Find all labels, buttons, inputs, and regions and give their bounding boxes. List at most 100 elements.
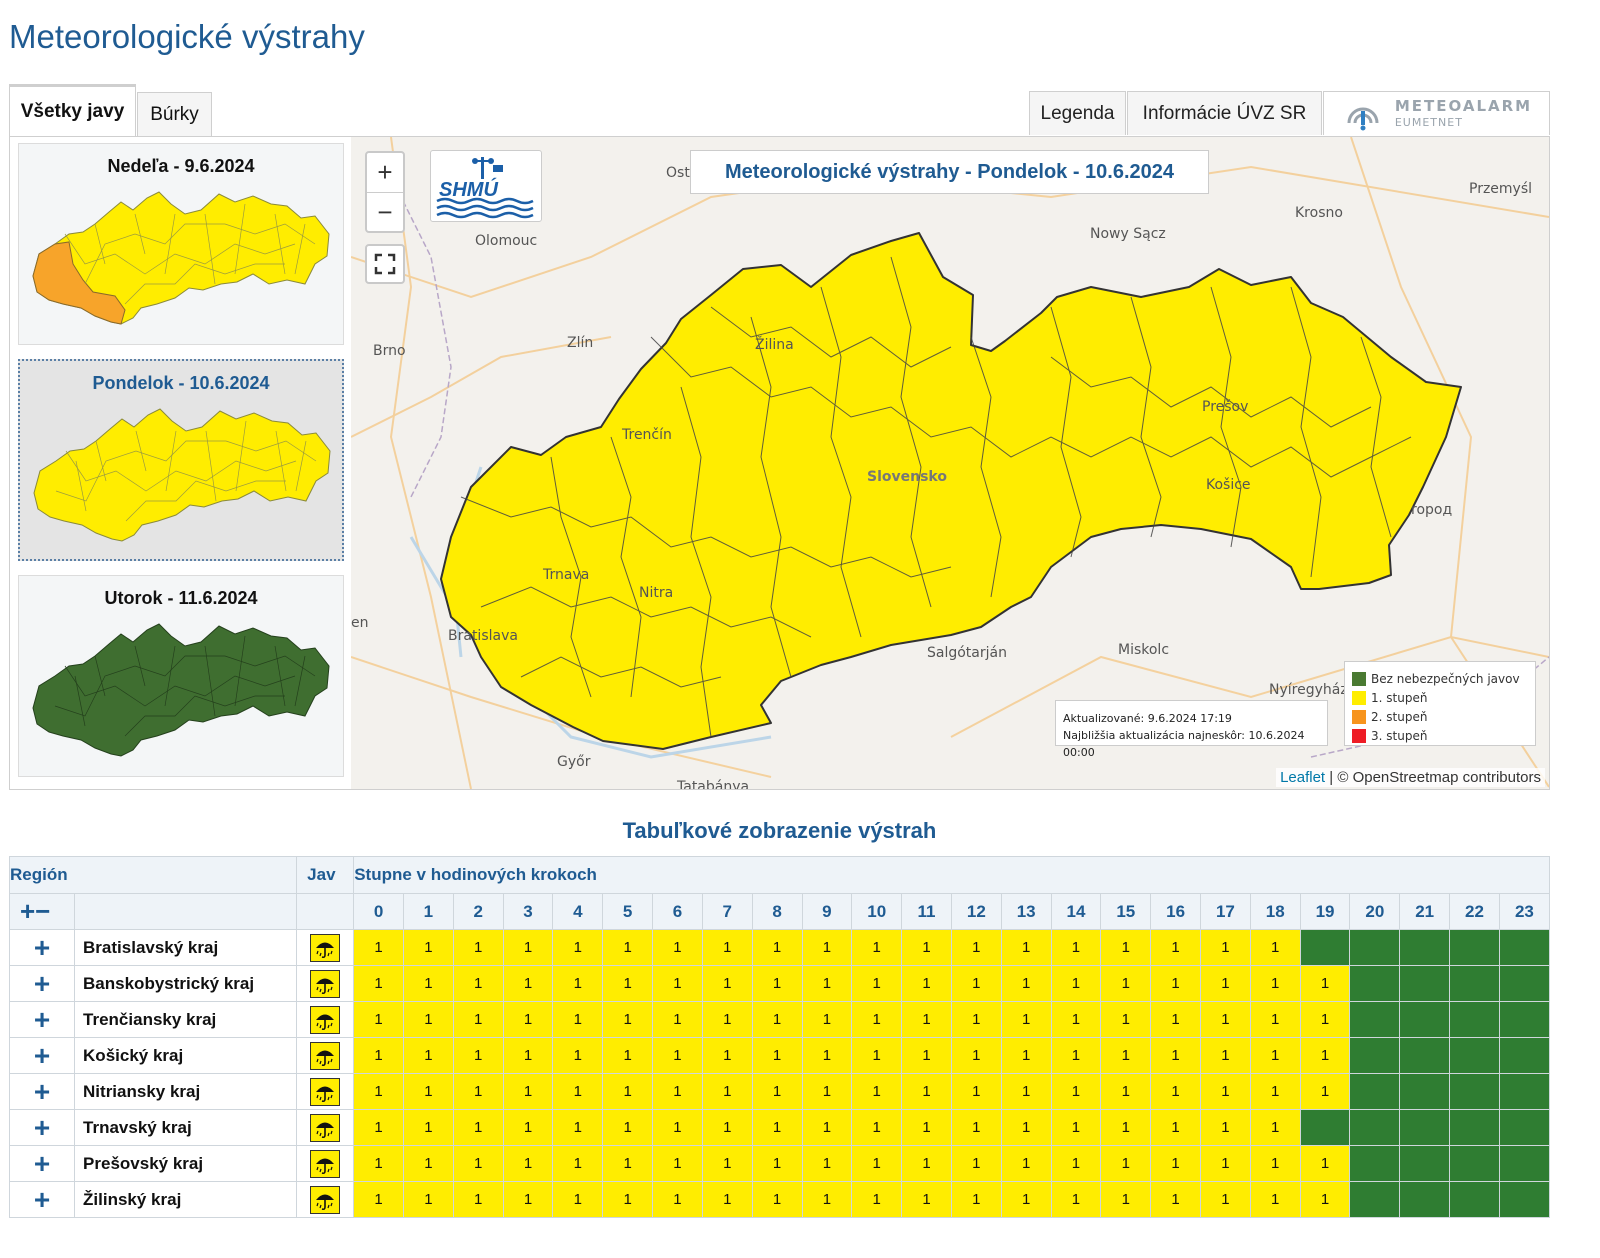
hour-header: 1 (403, 893, 454, 930)
hour-cell (1349, 1109, 1401, 1146)
hour-cell: 1 (403, 1181, 454, 1218)
hour-cell: 1 (1299, 1181, 1351, 1218)
legend-item: 3. stupeň (1352, 726, 1535, 745)
umbrella-rain-icon[interactable] (310, 1005, 341, 1034)
table-title: Tabuľkové zobrazenie výstrah (622, 818, 937, 843)
hour-cell: 1 (1200, 1181, 1251, 1218)
hour-cell: 1 (602, 1109, 654, 1146)
hour-cell: 1 (502, 1109, 554, 1146)
hour-header: 13 (1000, 893, 1052, 930)
city-label: Slovensko (867, 469, 947, 485)
hour-cell: 1 (751, 1073, 803, 1110)
hour-cell: 1 (901, 1145, 952, 1182)
hour-cell: 1 (1100, 1181, 1152, 1218)
umbrella-rain-icon[interactable] (310, 1185, 341, 1214)
day-card-label: Nedeľa - 9.6.2024 (107, 156, 255, 176)
hour-cell: 1 (1000, 965, 1052, 1002)
hour-cell: 1 (950, 1073, 1002, 1110)
tab-legend[interactable]: Legenda (1029, 91, 1126, 135)
day-map-thumbnail (32, 623, 330, 757)
phenomenon-cell (296, 1073, 355, 1110)
hour-cell: 1 (452, 1001, 504, 1038)
hour-cell: 1 (1200, 1037, 1251, 1074)
hour-cell: 1 (552, 965, 604, 1002)
header-spacer (74, 893, 298, 930)
hour-header: 22 (1449, 893, 1500, 930)
zoom-in-button[interactable]: + (367, 153, 403, 193)
hour-cell: 1 (701, 1145, 753, 1182)
tab-storms[interactable]: Búrky (137, 92, 212, 136)
warning-map[interactable]: Ost Olomouc Brno Zlín Žilina Trenčín Trn… (351, 137, 1549, 789)
hour-cell: 1 (801, 1037, 853, 1074)
city-label: Olomouc (475, 233, 538, 249)
hour-header: 12 (950, 893, 1002, 930)
tab-uvz-info[interactable]: Informácie ÚVZ SR (1127, 91, 1322, 135)
hour-cell: 1 (701, 1037, 753, 1074)
hour-cell: 1 (403, 929, 454, 966)
hour-cell: 1 (1200, 965, 1251, 1002)
umbrella-rain-icon[interactable] (310, 1149, 341, 1178)
umbrella-rain-icon[interactable] (310, 969, 341, 998)
expand-region-button[interactable]: + (8, 929, 76, 966)
hour-cell: 1 (1050, 1181, 1102, 1218)
umbrella-rain-icon[interactable] (310, 1113, 341, 1142)
hour-cell: 1 (751, 1109, 803, 1146)
hour-cell: 1 (602, 1073, 654, 1110)
expand-region-button[interactable]: + (8, 965, 76, 1002)
meteoalarm-link[interactable]: METEOALARM EUMETNET (1323, 91, 1550, 135)
region-row: + Trnavský kraj 1 1 1 1 1 1 1 1 1 1 1 1 1 1 1 1 1 1 1 (8, 1109, 1551, 1146)
hour-cell: 1 (652, 1001, 703, 1038)
umbrella-rain-icon[interactable] (310, 1077, 341, 1106)
city-label: Žilina (755, 337, 794, 353)
hour-cell: 1 (602, 965, 654, 1002)
hour-cell (1349, 1073, 1401, 1110)
expand-region-button[interactable]: + (8, 1073, 76, 1110)
hour-cell: 1 (502, 1181, 554, 1218)
hour-cell: 1 (452, 965, 504, 1002)
hour-cell: 1 (1299, 965, 1351, 1002)
hour-cell: 1 (851, 1073, 903, 1110)
hour-cell: 1 (1050, 1109, 1102, 1146)
hour-cell (1498, 1109, 1551, 1146)
hour-cell: 1 (701, 1001, 753, 1038)
header-region: Región (8, 856, 298, 894)
expand-region-button[interactable]: + (8, 1109, 76, 1146)
hour-cell (1449, 1145, 1500, 1182)
hour-cell: 1 (1249, 1145, 1301, 1182)
city-label: Trnava (543, 567, 590, 583)
city-label: Krosno (1295, 205, 1343, 221)
umbrella-rain-icon[interactable] (310, 1041, 341, 1070)
hour-cell: 1 (452, 929, 504, 966)
expand-region-button[interactable]: + (8, 1001, 76, 1038)
hour-cell: 1 (652, 1073, 703, 1110)
logo-text: SHMÚ (439, 177, 498, 201)
hour-cell: 1 (353, 1001, 404, 1038)
day-card-sunday[interactable]: Nedeľa - 9.6.2024 (18, 143, 344, 345)
meteoalarm-title: METEOALARM (1394, 97, 1533, 115)
expand-all-toggle[interactable]: +− (8, 893, 76, 930)
leaflet-link[interactable]: Leaflet (1280, 769, 1325, 786)
hour-header: 10 (851, 893, 903, 930)
hour-cell: 1 (1200, 1073, 1251, 1110)
hour-cell: 1 (701, 1181, 753, 1218)
fullscreen-button[interactable] (365, 244, 405, 284)
legend-label: 2. stupeň (1371, 709, 1428, 724)
day-card-monday[interactable]: Pondelok - 10.6.2024 (18, 359, 344, 561)
region-row: + Prešovský kraj 1 1 1 1 1 1 1 1 1 1 1 1 1 1 1 1 1 1 1 1 (8, 1145, 1551, 1182)
phenomenon-cell (296, 1109, 355, 1146)
hour-cell: 1 (801, 1145, 853, 1182)
expand-region-button[interactable]: + (8, 1145, 76, 1182)
phenomenon-cell (296, 1037, 355, 1074)
expand-region-button[interactable]: + (8, 1037, 76, 1074)
hour-cell: 1 (1000, 1145, 1052, 1182)
tab-all-phenomena[interactable]: Všetky javy (9, 84, 136, 137)
hour-cell: 1 (502, 1073, 554, 1110)
hour-cell (1349, 1001, 1401, 1038)
day-card-tuesday[interactable]: Utorok - 11.6.2024 (18, 575, 344, 777)
umbrella-rain-icon[interactable] (310, 933, 341, 962)
hour-header: 0 (353, 893, 404, 930)
expand-region-button[interactable]: + (8, 1181, 76, 1218)
hour-cell: 1 (801, 1001, 853, 1038)
region-row: + Bratislavský kraj 1 1 1 1 1 1 1 1 1 1 1 1 1 1 1 1 1 1 1 (8, 929, 1551, 966)
zoom-out-button[interactable]: − (367, 193, 403, 232)
